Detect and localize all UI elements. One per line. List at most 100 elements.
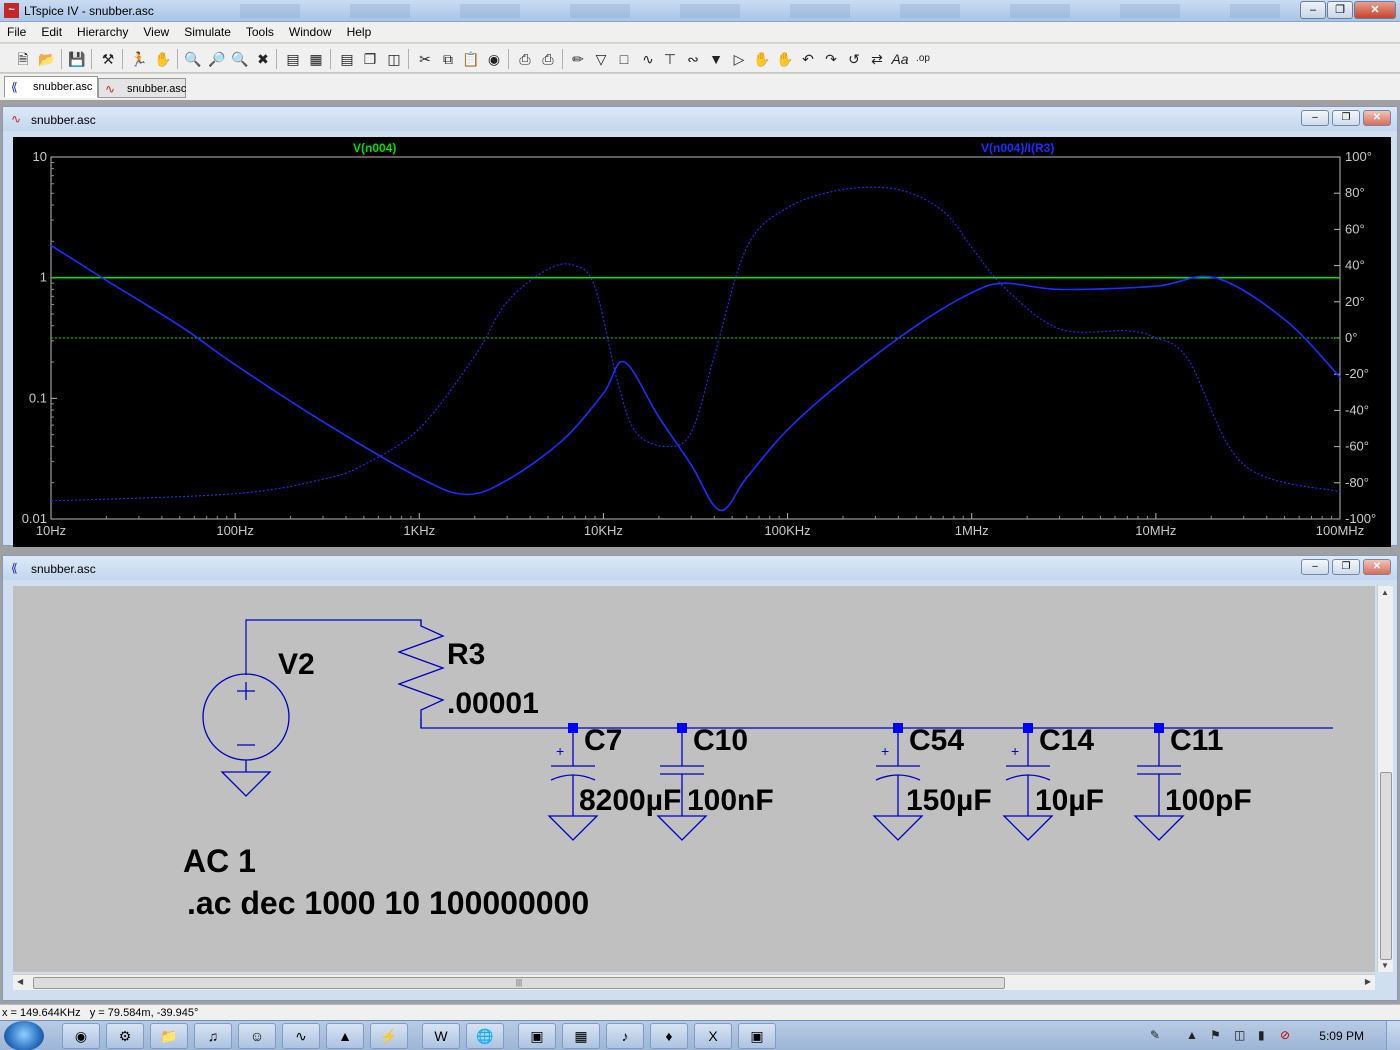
action-center-icon[interactable]: ✎ bbox=[1150, 1028, 1160, 1042]
scrollbar-thumb[interactable] bbox=[1380, 772, 1392, 960]
network-icon[interactable]: ▮ bbox=[1258, 1028, 1265, 1042]
restore-button[interactable]: ❐ bbox=[1327, 1, 1353, 19]
zoom-in-icon[interactable]: 🔍 bbox=[184, 50, 202, 68]
minimize-button[interactable]: – bbox=[1301, 559, 1329, 575]
capacitor-icon[interactable]: ⊤ bbox=[661, 50, 679, 68]
trace-label-vn004[interactable]: V(n004) bbox=[353, 141, 396, 155]
ground-icon[interactable]: ▽ bbox=[592, 50, 610, 68]
python-icon[interactable]: ♦ bbox=[650, 1023, 688, 1049]
zoom-cancel-icon[interactable]: ✖ bbox=[254, 50, 272, 68]
paste-icon[interactable]: 📋 bbox=[462, 50, 480, 68]
show-desktop-button[interactable] bbox=[1386, 1021, 1400, 1050]
grid-icon[interactable]: ▦ bbox=[307, 50, 325, 68]
chrome-icon[interactable]: ◉ bbox=[62, 1023, 100, 1049]
sound-icon[interactable]: ♪ bbox=[606, 1023, 644, 1049]
print-icon[interactable]: ⎙ bbox=[539, 50, 557, 68]
waveform-chart[interactable]: 10Hz 100Hz 1KHz 10KHz 100KHz 1MHz 10MHz 100MHz1… bbox=[13, 137, 1391, 547]
zoom-out-icon[interactable]: 🔍 bbox=[231, 50, 249, 68]
scroll-down-icon[interactable]: ▼ bbox=[1381, 961, 1389, 970]
zoom-area-icon[interactable]: 🔎 bbox=[208, 50, 226, 68]
open-icon[interactable]: 📂 bbox=[38, 50, 56, 68]
redo-icon[interactable]: ↷ bbox=[822, 50, 840, 68]
acrobat-icon[interactable]: ▲ bbox=[326, 1023, 364, 1049]
vertical-scrollbar[interactable]: ▲ ▼ bbox=[1377, 586, 1393, 972]
scroll-up-icon[interactable]: ▲ bbox=[1381, 588, 1389, 597]
trace-phase-phase-vn004ir3 bbox=[50, 186, 1341, 502]
resistor-icon[interactable]: ∿ bbox=[639, 50, 657, 68]
minimize-button[interactable]: – bbox=[1300, 1, 1326, 19]
scrollbar-thumb[interactable]: ||| bbox=[33, 977, 1005, 989]
horizontal-scrollbar[interactable]: ◀ ||| ▶ bbox=[13, 974, 1375, 990]
new-schematic-icon[interactable]: 🗎 bbox=[14, 50, 32, 68]
scroll-left-icon[interactable]: ◀ bbox=[17, 977, 23, 986]
itunes-icon[interactable]: ♫ bbox=[194, 1023, 232, 1049]
control-panel-icon[interactable]: ⚒ bbox=[99, 50, 117, 68]
mirror-icon[interactable]: ⇄ bbox=[868, 50, 886, 68]
start-button[interactable] bbox=[4, 1021, 44, 1050]
wire-icon[interactable]: ✏ bbox=[569, 50, 587, 68]
waveform-plot[interactable]: 10Hz 100Hz 1KHz 10KHz 100KHz 1MHz 10MHz 100MHz 1… bbox=[13, 137, 1391, 547]
close-button[interactable]: ✕ bbox=[1363, 559, 1391, 575]
inductor-icon[interactable]: ∾ bbox=[684, 50, 702, 68]
copy-icon[interactable]: ⧉ bbox=[439, 50, 457, 68]
tab-schematic[interactable]: ⟪ snubber.asc bbox=[4, 76, 98, 98]
menu-file[interactable]: File bbox=[0, 22, 34, 42]
menu-simulate[interactable]: Simulate bbox=[177, 22, 239, 42]
volume-muted-icon[interactable]: ⊘ bbox=[1280, 1028, 1290, 1042]
undo-icon[interactable]: ↶ bbox=[799, 50, 817, 68]
foxit-icon[interactable]: ▣ bbox=[738, 1023, 776, 1049]
minimize-button[interactable]: – bbox=[1301, 110, 1329, 126]
flag-icon[interactable]: ⚑ bbox=[1210, 1028, 1221, 1042]
tab-waveform[interactable]: ∿ snubber.asc bbox=[98, 78, 186, 98]
clock[interactable]: 5:09 PM bbox=[1319, 1029, 1364, 1043]
flash-icon[interactable]: ⚡ bbox=[370, 1023, 408, 1049]
calculator-icon[interactable]: ▦ bbox=[562, 1023, 600, 1049]
halt-icon[interactable]: ✋ bbox=[154, 50, 172, 68]
find-icon[interactable]: ◉ bbox=[485, 50, 503, 68]
menu-window[interactable]: Window bbox=[282, 22, 340, 42]
wire bbox=[245, 619, 422, 674]
restore-button[interactable]: ❐ bbox=[1332, 559, 1360, 575]
voltage-source-v2[interactable] bbox=[202, 673, 290, 797]
spice-directive[interactable]: .ac dec 1000 10 100000000 bbox=[187, 885, 589, 921]
browser-icon[interactable]: 🌐 bbox=[466, 1023, 504, 1049]
word-icon[interactable]: W bbox=[422, 1023, 460, 1049]
drag-icon[interactable]: ✋ bbox=[776, 50, 794, 68]
excel-icon[interactable]: X bbox=[694, 1023, 732, 1049]
diode-icon[interactable]: ▼ bbox=[707, 50, 725, 68]
screenshot-icon[interactable]: ▣ bbox=[518, 1023, 556, 1049]
trace-label-impedance[interactable]: V(n004)/I(R3) bbox=[981, 141, 1054, 155]
text-icon[interactable]: Aa bbox=[891, 50, 909, 68]
run-icon[interactable]: 🏃 bbox=[130, 50, 148, 68]
resistor-r3[interactable] bbox=[397, 620, 445, 728]
close-button[interactable]: ✕ bbox=[1363, 110, 1391, 126]
save-icon[interactable]: 💾 bbox=[68, 50, 86, 68]
tile-horizontal-icon[interactable]: ▤ bbox=[338, 50, 356, 68]
gimp-icon[interactable]: ☺ bbox=[238, 1023, 276, 1049]
tile-vertical-icon[interactable]: ◫ bbox=[385, 50, 403, 68]
menu-view[interactable]: View bbox=[136, 22, 177, 42]
explorer-icon[interactable]: 📁 bbox=[150, 1023, 188, 1049]
show-hidden-icons-icon[interactable]: ▲ bbox=[1186, 1028, 1198, 1042]
schematic-drawing[interactable]: V2 R3 .00001 + C78200µFC10100nF+ C54150µF+… bbox=[13, 586, 1375, 972]
menu-edit[interactable]: Edit bbox=[34, 22, 70, 42]
close-button[interactable]: ✕ bbox=[1354, 1, 1396, 19]
scroll-right-icon[interactable]: ▶ bbox=[1365, 977, 1371, 986]
autorange-icon[interactable]: ▤ bbox=[284, 50, 302, 68]
schematic-canvas[interactable]: V2 R3 .00001 + C7 8200µF C10 100nF + C54 150µF +… bbox=[13, 586, 1375, 972]
ltspice-icon[interactable]: ∿ bbox=[282, 1023, 320, 1049]
device-icon[interactable]: ◫ bbox=[1234, 1028, 1245, 1042]
menu-tools[interactable]: Tools bbox=[239, 22, 282, 42]
rotate-icon[interactable]: ↺ bbox=[845, 50, 863, 68]
restore-button[interactable]: ❐ bbox=[1332, 110, 1360, 126]
cut-icon[interactable]: ✂ bbox=[416, 50, 434, 68]
component-icon[interactable]: ▷ bbox=[730, 50, 748, 68]
label-icon[interactable]: □ bbox=[615, 50, 633, 68]
move-icon[interactable]: ✋ bbox=[753, 50, 771, 68]
control-panel-icon[interactable]: ⚙ bbox=[106, 1023, 144, 1049]
menu-hierarchy[interactable]: Hierarchy bbox=[70, 22, 136, 42]
spice-directive-icon[interactable]: .op bbox=[914, 50, 932, 68]
print-setup-icon[interactable]: ⎙ bbox=[516, 50, 534, 68]
cascade-icon[interactable]: ❐ bbox=[361, 50, 379, 68]
menu-help[interactable]: Help bbox=[340, 22, 380, 42]
